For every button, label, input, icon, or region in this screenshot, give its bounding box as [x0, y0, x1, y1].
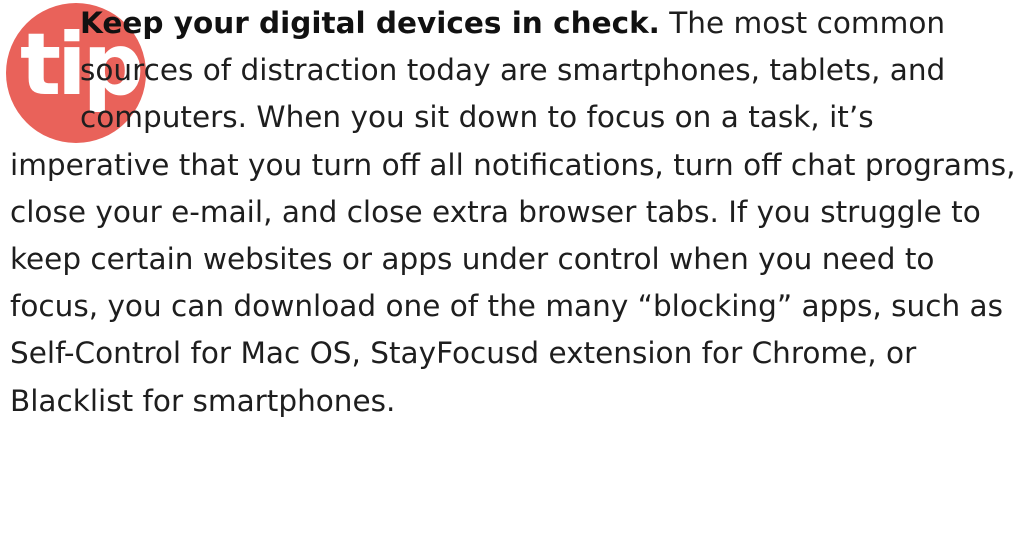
- tip-body: The most common sources of distraction t…: [10, 6, 1016, 418]
- tip-badge-spacer: [10, 0, 80, 141]
- tip-lead: Keep your digital devices in check.: [80, 6, 660, 40]
- tip-box: tip Keep your digital devices in check. …: [0, 0, 1028, 546]
- tip-paragraph: Keep your digital devices in check. The …: [10, 0, 1024, 425]
